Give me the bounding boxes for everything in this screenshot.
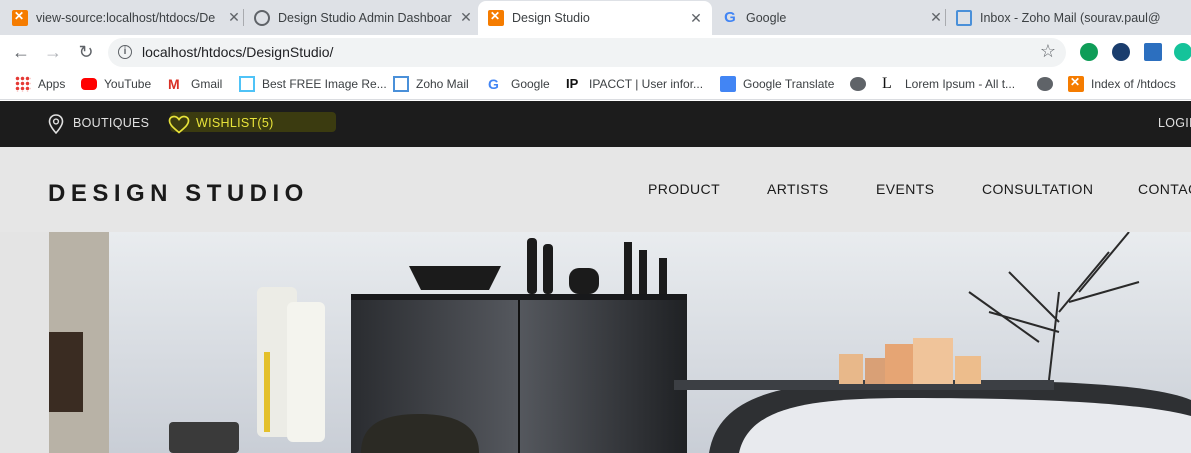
apps-grid-icon — [15, 76, 31, 92]
bookmark-label: Best FREE Image Re... — [262, 77, 387, 91]
bookmark-gmail[interactable]: M Gmail — [168, 76, 222, 92]
zoho-mail-icon — [393, 76, 409, 92]
bookmark-label: Google Translate — [743, 77, 835, 91]
globe-icon — [1037, 77, 1053, 91]
bookmark-lorem-ipsum[interactable]: L Lorem Ipsum - All t... — [882, 76, 1015, 92]
zoho-mail-icon — [956, 9, 972, 26]
xampp-icon — [12, 9, 28, 26]
tab-admin-dashboard[interactable]: Design Studio Admin Dashboard ✕ — [254, 0, 474, 35]
google-icon: G — [724, 8, 736, 26]
page-viewport: BOUTIQUES WISHLIST(5) LOGIN DESIGN STUDI… — [0, 101, 1191, 453]
url-text[interactable]: localhost/htdocs/DesignStudio/ — [142, 44, 333, 60]
tab-title: Google — [746, 10, 787, 25]
bookmark-label: Apps — [38, 77, 66, 91]
tab-title: Design Studio — [512, 11, 590, 25]
tab-google[interactable]: G Google ✕ — [722, 0, 944, 35]
bookmark-google[interactable]: G Google — [488, 76, 550, 92]
bookmark-free-image[interactable]: Best FREE Image Re... — [239, 76, 387, 92]
bathroom-scene-illustration — [49, 232, 1191, 453]
location-pin-icon — [48, 114, 64, 134]
tab-view-source[interactable]: view-source:localhost/htdocs/De ✕ — [12, 0, 242, 35]
forward-arrow-icon[interactable]: → — [42, 41, 64, 63]
close-icon[interactable]: ✕ — [226, 9, 242, 26]
google-icon: G — [488, 76, 499, 92]
reload-icon[interactable]: ↻ — [75, 41, 97, 63]
bookmark-label: Zoho Mail — [416, 77, 469, 91]
bookmark-label: Gmail — [191, 77, 223, 91]
xampp-icon — [1068, 75, 1084, 92]
close-icon[interactable]: ✕ — [928, 9, 944, 26]
bookmark-label: Lorem Ipsum - All t... — [905, 77, 1016, 91]
tab-design-studio[interactable]: Design Studio ✕ — [478, 1, 712, 35]
google-translate-icon — [720, 76, 736, 92]
extension-icon[interactable] — [1144, 43, 1162, 61]
grammarly-icon[interactable] — [1174, 43, 1191, 61]
bookmark-label: Google — [511, 77, 550, 91]
ipacct-icon: IP — [566, 76, 579, 91]
hero-banner-image — [49, 232, 1191, 453]
bookmark-youtube[interactable]: YouTube — [81, 76, 151, 92]
nav-events[interactable]: EVENTS — [876, 181, 934, 197]
image-icon — [239, 76, 255, 92]
address-bar[interactable]: i localhost/htdocs/DesignStudio/ ☆ — [108, 38, 1066, 67]
browser-tab-strip: view-source:localhost/htdocs/De ✕ Design… — [0, 0, 1191, 35]
site-info-icon[interactable]: i — [118, 45, 132, 59]
bookmark-google-translate[interactable]: Google Translate — [720, 76, 834, 92]
tab-separator — [945, 9, 946, 26]
site-topbar: BOUTIQUES WISHLIST(5) LOGIN — [0, 101, 1191, 147]
xampp-icon — [488, 9, 504, 26]
bookmark-label: YouTube — [104, 77, 152, 91]
browser-toolbar: ← → ↻ i localhost/htdocs/DesignStudio/ ☆ — [0, 35, 1191, 69]
tab-separator — [243, 9, 244, 26]
tab-title: Design Studio Admin Dashboard — [278, 10, 452, 25]
nav-product[interactable]: PRODUCT — [648, 181, 720, 197]
bookmark-index-htdocs[interactable]: Index of /htdocs — [1068, 75, 1176, 92]
bookmark-ipacct[interactable]: IP IPACCT | User infor... — [566, 76, 703, 92]
youtube-icon — [81, 78, 97, 90]
bookmark-globe[interactable] — [1037, 76, 1060, 92]
bookmark-apps[interactable]: Apps — [15, 76, 65, 92]
bookmark-label: Index of /htdocs — [1091, 77, 1176, 91]
gmail-icon: M — [168, 76, 180, 92]
extension-icon[interactable] — [1112, 43, 1130, 61]
bookmarks-bar: Apps YouTube M Gmail Best FREE Image Re.… — [0, 69, 1191, 100]
nav-contact[interactable]: CONTACT — [1138, 181, 1191, 197]
bookmark-globe[interactable] — [850, 76, 873, 92]
close-icon[interactable]: ✕ — [458, 9, 474, 26]
tab-zoho-mail[interactable]: Inbox - Zoho Mail (sourav.paul@ — [956, 0, 1191, 35]
wishlist-link[interactable]: WISHLIST(5) — [196, 116, 274, 130]
site-logo[interactable]: DESIGN STUDIO — [48, 180, 309, 208]
back-arrow-icon[interactable]: ← — [10, 41, 32, 63]
globe-icon — [254, 9, 270, 26]
extension-icon[interactable] — [1080, 43, 1098, 61]
bookmark-zoho-mail[interactable]: Zoho Mail — [393, 76, 469, 92]
tab-title: view-source:localhost/htdocs/De — [36, 10, 216, 25]
lorem-ipsum-icon: L — [882, 75, 892, 92]
boutiques-link[interactable]: BOUTIQUES — [73, 116, 149, 130]
close-icon[interactable]: ✕ — [688, 10, 704, 27]
heart-icon — [168, 115, 190, 134]
bookmark-label: IPACCT | User infor... — [589, 77, 704, 91]
nav-consultation[interactable]: CONSULTATION — [982, 181, 1093, 197]
nav-artists[interactable]: ARTISTS — [767, 181, 829, 197]
bookmark-star-icon[interactable]: ☆ — [1040, 41, 1056, 62]
login-link[interactable]: LOGIN — [1158, 116, 1191, 130]
globe-icon — [850, 77, 866, 91]
site-header: DESIGN STUDIO PRODUCT ARTISTS EVENTS CON… — [0, 147, 1191, 232]
tab-title: Inbox - Zoho Mail (sourav.paul@ — [980, 10, 1161, 25]
